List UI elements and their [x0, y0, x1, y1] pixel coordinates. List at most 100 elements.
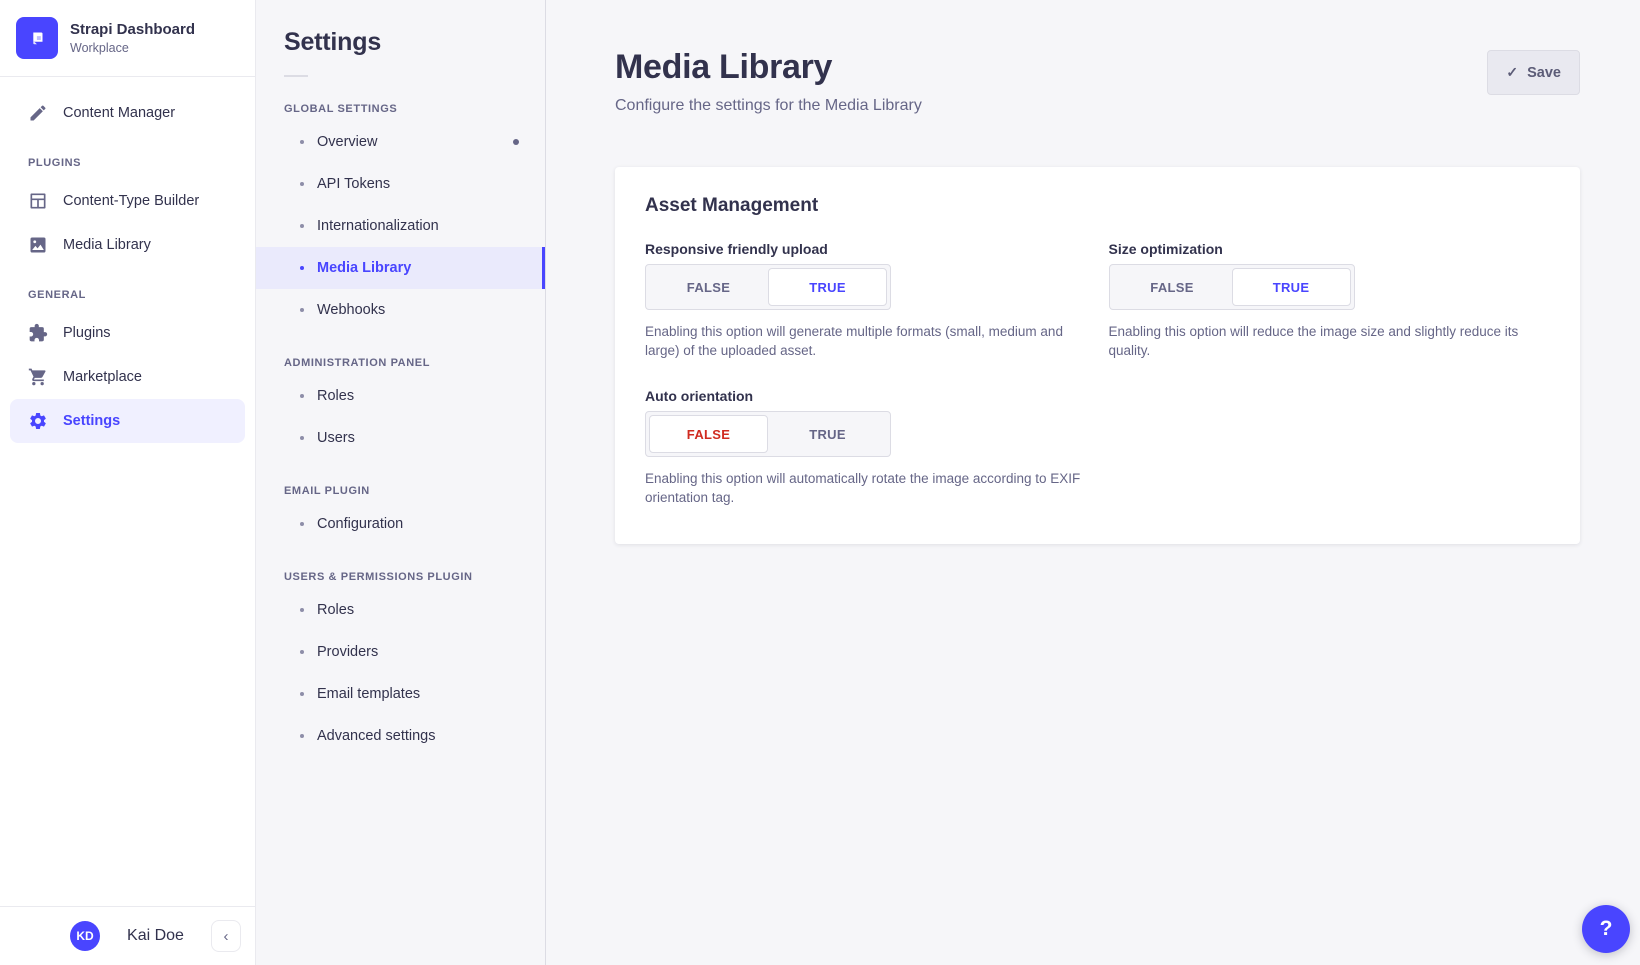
sidebar-section-general: GENERAL: [0, 267, 255, 311]
bullet-icon: [300, 308, 304, 312]
sidebar-nav: Content Manager PLUGINS Content-Type Build…: [0, 77, 255, 906]
field-responsive-friendly-upload: Responsive friendly upload FALSETRUE Enabl…: [645, 241, 1087, 360]
sidebar-item-marketplace[interactable]: Marketplace: [10, 355, 245, 399]
strapi-logo-icon: [16, 17, 58, 59]
subnav-item-roles[interactable]: Roles: [256, 375, 545, 417]
toggle-option-true[interactable]: TRUE: [768, 268, 887, 306]
subnav-section-global-settings: GLOBAL SETTINGS: [284, 103, 545, 115]
main-sidebar: Strapi Dashboard Workplace Content Manag…: [0, 0, 256, 965]
panel-fields: Responsive friendly uploadFALSETRUEEnabl…: [645, 241, 1550, 508]
sidebar-item-settings[interactable]: Settings: [10, 399, 245, 443]
subnav-item-advanced-settings[interactable]: Advanced settings: [256, 715, 545, 757]
bullet-icon: [300, 140, 304, 144]
subnav-item-internationalization[interactable]: Internationalization: [256, 205, 545, 247]
toggle-responsive-friendly-upload: FALSETRUE: [645, 264, 891, 310]
bullet-icon: [300, 182, 304, 186]
sidebar-item-plugins[interactable]: Plugins: [10, 311, 245, 355]
subnav-item-label: Overview: [317, 134, 377, 150]
cart-icon: [28, 367, 48, 387]
toggle-option-false[interactable]: FALSE: [1113, 268, 1232, 306]
page-header: Media Library Configure the settings for…: [615, 0, 1580, 115]
avatar[interactable]: KD: [70, 921, 100, 951]
sidebar-item-label: Plugins: [63, 325, 111, 341]
page-subtitle: Configure the settings for the Media Lib…: [615, 97, 922, 115]
subnav-item-webhooks[interactable]: Webhooks: [256, 289, 545, 331]
toggle-option-false[interactable]: FALSE: [649, 415, 768, 453]
subnav-item-email-templates[interactable]: Email templates: [256, 673, 545, 715]
subnav-section-users-permissions-plugin: USERS & PERMISSIONS PLUGIN: [284, 571, 545, 583]
subnav-item-label: Users: [317, 430, 355, 446]
brand-subtitle: Workplace: [70, 41, 195, 55]
image-icon: [28, 235, 48, 255]
collapse-sidebar-button[interactable]: ‹: [211, 920, 241, 952]
help-button[interactable]: ?: [1582, 905, 1630, 953]
subnav-item-roles[interactable]: Roles: [256, 589, 545, 631]
subnav-title: Settings: [284, 28, 545, 57]
subnav-item-providers[interactable]: Providers: [256, 631, 545, 673]
field-hint: Enabling this option will generate multi…: [645, 323, 1083, 360]
save-button-label: Save: [1527, 65, 1561, 81]
field-hint: Enabling this option will reduce the ima…: [1109, 323, 1547, 360]
subnav-sections: GLOBAL SETTINGS Overview API Tokens Interna…: [256, 103, 545, 757]
sidebar-section-plugins: PLUGINS: [0, 135, 255, 179]
toggle-option-true[interactable]: TRUE: [768, 415, 887, 453]
subnav-section-administration-panel: ADMINISTRATION PANEL: [284, 357, 545, 369]
brand[interactable]: Strapi Dashboard Workplace: [0, 0, 255, 77]
bullet-icon: [300, 734, 304, 738]
notification-dot: [513, 139, 519, 145]
sidebar-item-label: Content-Type Builder: [63, 193, 199, 209]
subnav-item-users[interactable]: Users: [256, 417, 545, 459]
field-auto-orientation: Auto orientationFALSETRUEEnabling this o…: [645, 388, 1087, 507]
sidebar-item-content-manager[interactable]: Content Manager: [10, 91, 245, 135]
toggle-auto-orientation: FALSETRUE: [645, 411, 891, 457]
subnav-item-label: Roles: [317, 388, 354, 404]
brand-text: Strapi Dashboard Workplace: [70, 21, 195, 56]
bullet-icon: [300, 436, 304, 440]
feather-icon: [28, 103, 48, 123]
gear-icon: [28, 411, 48, 431]
subnav-item-label: Media Library: [317, 260, 411, 276]
subnav-item-overview[interactable]: Overview: [256, 121, 545, 163]
settings-subnav: Settings GLOBAL SETTINGS Overview API Toke…: [256, 0, 546, 965]
sidebar-item-label: Marketplace: [63, 369, 142, 385]
divider: [284, 75, 308, 77]
subnav-item-label: Configuration: [317, 516, 403, 532]
subnav-item-label: Advanced settings: [317, 728, 436, 744]
subnav-item-api-tokens[interactable]: API Tokens: [256, 163, 545, 205]
main-content: Media Library Configure the settings for…: [546, 0, 1640, 965]
bullet-icon: [300, 394, 304, 398]
subnav-item-media-library[interactable]: Media Library: [256, 247, 545, 289]
subnav-item-label: Internationalization: [317, 218, 439, 234]
subnav-item-label: Roles: [317, 602, 354, 618]
bullet-icon: [300, 608, 304, 612]
subnav-item-label: API Tokens: [317, 176, 390, 192]
bullet-icon: [300, 692, 304, 696]
page-header-text: Media Library Configure the settings for…: [615, 48, 922, 115]
sidebar-item-label: Settings: [63, 413, 120, 429]
bullet-icon: [300, 650, 304, 654]
subnav-section-email-plugin: EMAIL PLUGIN: [284, 485, 545, 497]
toggle-option-true[interactable]: TRUE: [1232, 268, 1351, 306]
field-label: Responsive friendly upload: [645, 241, 1087, 257]
panel-title: Asset Management: [645, 195, 1550, 217]
toggle-size-optimization: FALSETRUE: [1109, 264, 1355, 310]
subnav-item-configuration[interactable]: Configuration: [256, 503, 545, 545]
sidebar-item-media-library[interactable]: Media Library: [10, 223, 245, 267]
sidebar-item-content-type-builder[interactable]: Content-Type Builder: [10, 179, 245, 223]
subnav-item-label: Providers: [317, 644, 378, 660]
sidebar-item-label: Content Manager: [63, 105, 175, 121]
save-button[interactable]: ✓ Save: [1487, 50, 1580, 95]
page-title: Media Library: [615, 48, 922, 87]
toggle-option-false[interactable]: FALSE: [649, 268, 768, 306]
field-label: Size optimization: [1109, 241, 1551, 257]
bullet-icon: [300, 224, 304, 228]
subnav-item-label: Webhooks: [317, 302, 385, 318]
asset-management-panel: Asset Management Responsive friendly upl…: [615, 167, 1580, 544]
puzzle-icon: [28, 323, 48, 343]
bullet-icon: [300, 522, 304, 526]
layout-icon: [28, 191, 48, 211]
bullet-icon: [300, 266, 304, 270]
check-icon: ✓: [1506, 64, 1518, 81]
field-hint: Enabling this option will automatically …: [645, 470, 1083, 507]
sidebar-item-label: Media Library: [63, 237, 151, 253]
